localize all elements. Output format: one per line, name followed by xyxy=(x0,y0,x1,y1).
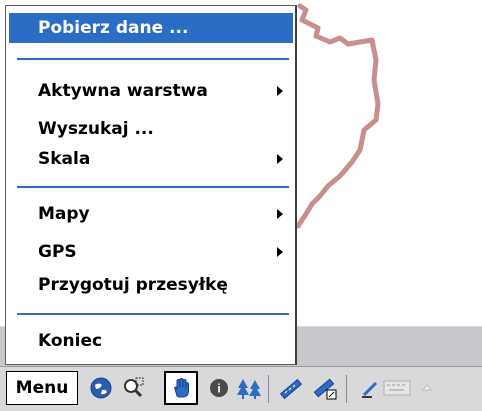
menu-item-gps[interactable]: GPS xyxy=(9,237,293,267)
menu-separator xyxy=(17,186,289,188)
menu-item-label: Koniec xyxy=(38,331,103,351)
trees-layer-icon[interactable] xyxy=(234,373,264,403)
submenu-arrow-icon xyxy=(277,209,283,219)
menu-button[interactable]: Menu xyxy=(6,371,78,405)
globe-icon[interactable] xyxy=(86,373,116,403)
menu-item-pobierz-dane[interactable]: Pobierz dane ... xyxy=(9,13,293,43)
menu-item-przygotuj-przesylke[interactable]: Przygotuj przesyłkę xyxy=(9,270,293,300)
menu-item-label: Skala xyxy=(38,149,91,169)
submenu-arrow-icon xyxy=(277,247,283,257)
sip-arrow-icon[interactable] xyxy=(412,373,442,403)
menu-item-label: Mapy xyxy=(38,204,90,224)
menu-item-label: GPS xyxy=(38,242,77,262)
submenu-arrow-icon xyxy=(277,154,283,164)
menu-item-mapy[interactable]: Mapy xyxy=(9,199,293,229)
menu-separator xyxy=(17,313,289,315)
menu-item-aktywna-warstwa[interactable]: Aktywna warstwa xyxy=(9,76,293,106)
menu-item-label: Wyszukaj ... xyxy=(38,119,154,139)
menu-item-skala[interactable]: Skala xyxy=(9,144,293,174)
popup-menu: Pobierz dane ... Aktywna warstwa Wyszuka… xyxy=(5,5,297,365)
menu-item-wyszukaj[interactable]: Wyszukaj ... xyxy=(9,114,293,144)
menu-item-label: Pobierz dane ... xyxy=(38,18,189,38)
zoom-search-icon[interactable] xyxy=(118,373,148,403)
menu-item-label: Aktywna warstwa xyxy=(38,81,208,101)
menu-item-koniec[interactable]: Koniec xyxy=(9,326,293,356)
svg-text:i: i xyxy=(217,382,220,396)
toolbar-separator xyxy=(346,375,347,403)
keyboard-icon[interactable] xyxy=(382,373,412,403)
hand-pan-icon[interactable] xyxy=(164,371,198,405)
submenu-arrow-icon xyxy=(277,86,283,96)
toolbar-separator xyxy=(268,375,269,403)
info-icon[interactable]: i xyxy=(204,373,234,403)
ruler-measure-icon[interactable] xyxy=(276,373,306,403)
menu-item-label: Przygotuj przesyłkę xyxy=(38,275,228,295)
command-bar: Menu i xyxy=(0,366,482,411)
ruler-area-icon[interactable] xyxy=(310,373,340,403)
menu-separator xyxy=(17,58,289,60)
